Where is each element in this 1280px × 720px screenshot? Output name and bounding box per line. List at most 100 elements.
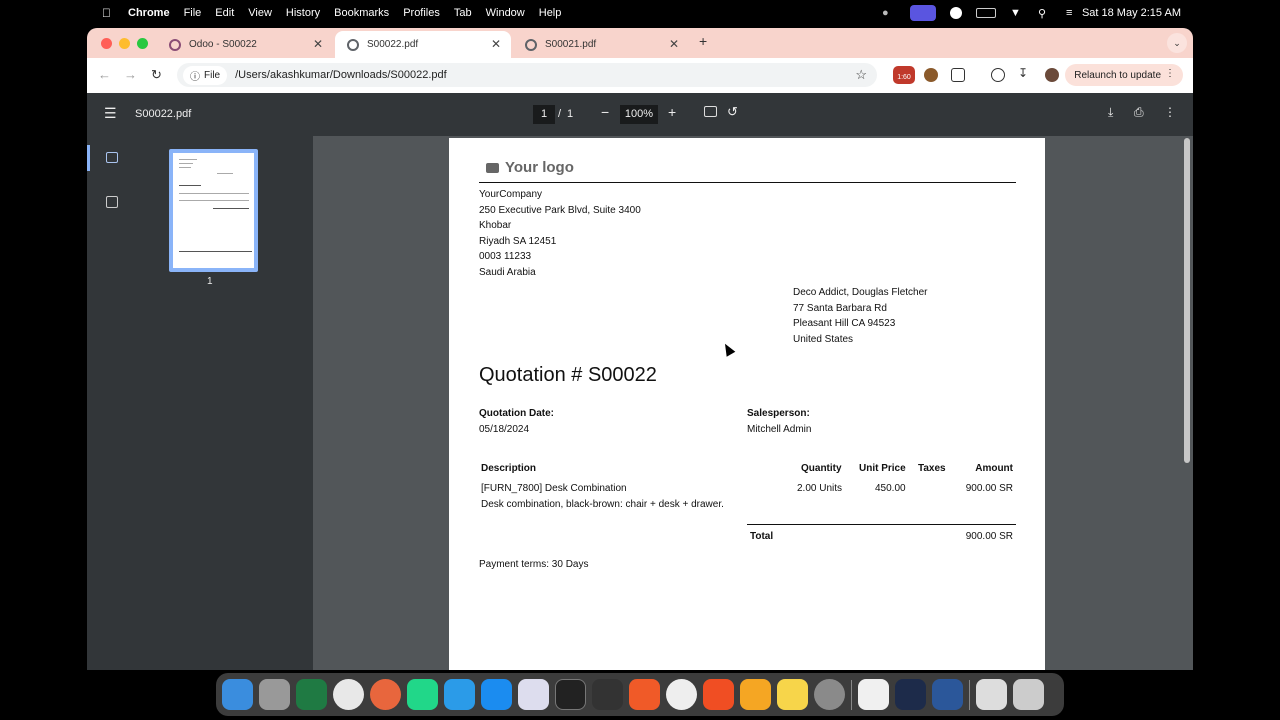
col-header-taxes: Taxes — [918, 463, 946, 474]
downloads-stack-icon[interactable] — [976, 679, 1007, 710]
menu-view[interactable]: View — [248, 7, 272, 19]
zoom-in-icon[interactable]: + — [668, 104, 676, 120]
thumbnails-icon[interactable] — [106, 152, 118, 163]
notes-icon[interactable] — [777, 679, 808, 710]
thumb-line — [217, 173, 233, 174]
status-icons: ● ▼ ⚲ ≡ — [882, 0, 1080, 26]
viewer-scrollbar[interactable] — [1184, 138, 1190, 463]
profile-avatar-icon[interactable] — [1045, 68, 1059, 82]
tab-title: Odoo - S00022 — [189, 39, 257, 50]
voice-memos-icon[interactable] — [592, 679, 623, 710]
word-icon[interactable] — [932, 679, 963, 710]
url-text[interactable]: /Users/akashkumar/Downloads/S00022.pdf — [235, 69, 447, 81]
skype-icon[interactable] — [444, 679, 475, 710]
close-tab-icon[interactable]: ✕ — [313, 37, 323, 51]
site-info-chip[interactable]: ⓘ File — [183, 65, 228, 85]
rotate-icon[interactable]: ↺ — [727, 104, 738, 120]
fit-to-page-icon[interactable] — [704, 106, 717, 117]
relaunch-to-update-button[interactable]: Relaunch to update ⋮ — [1065, 64, 1183, 86]
tab-odoo[interactable]: Odoo - S00022 ✕ — [157, 31, 333, 58]
hamburger-menu-icon[interactable]: ☰ — [104, 105, 117, 122]
wifi-icon[interactable]: ▼ — [1010, 7, 1024, 19]
excel-icon[interactable] — [296, 679, 327, 710]
quotation-title: Quotation # S00022 — [479, 364, 657, 386]
chatgpt-icon[interactable] — [895, 679, 926, 710]
thumb-line — [213, 208, 249, 209]
firefox-icon[interactable] — [370, 679, 401, 710]
screen-record-icon[interactable] — [910, 5, 936, 21]
vpn-icon[interactable] — [666, 679, 697, 710]
pencil-app-icon[interactable] — [629, 679, 660, 710]
new-tab-button[interactable]: + — [699, 33, 707, 49]
chrome-icon[interactable] — [333, 679, 364, 710]
company-address: YourCompany 250 Executive Park Blvd, Sui… — [479, 187, 641, 280]
zoom-level-input[interactable]: 100% — [620, 105, 658, 124]
customer-line: United States — [793, 333, 854, 345]
system-settings-icon[interactable] — [814, 679, 845, 710]
close-tab-icon[interactable]: ✕ — [669, 37, 679, 51]
textedit-icon[interactable] — [858, 679, 889, 710]
trash-icon[interactable] — [1013, 679, 1044, 710]
line-amount: 900.00 SR — [965, 483, 1013, 494]
more-menu-icon[interactable]: ⋮ — [1165, 68, 1175, 79]
app-store-icon[interactable] — [481, 679, 512, 710]
menu-history[interactable]: History — [286, 7, 320, 19]
pdf-toolbar: ☰ S00022.pdf 1 / 1 − 100% + ↺ ⤓ ⎙ ⋮ — [87, 93, 1193, 136]
forward-button[interactable]: → — [124, 67, 137, 82]
finder-icon[interactable] — [222, 679, 253, 710]
tab-strip: Odoo - S00022 ✕ S00022.pdf ✕ S00021.pdf … — [87, 28, 1193, 58]
payment-terms: Payment terms: 30 Days — [479, 559, 589, 570]
extensions-puzzle-icon[interactable] — [951, 68, 965, 82]
search-icon[interactable]: ⚲ — [1038, 7, 1052, 20]
reload-button[interactable]: ↻ — [151, 67, 162, 83]
close-window-button[interactable] — [101, 38, 112, 49]
menu-bookmarks[interactable]: Bookmarks — [334, 7, 389, 19]
launchpad-icon[interactable] — [259, 679, 290, 710]
zoom-out-icon[interactable]: − — [601, 104, 609, 120]
download-icon[interactable]: ⤓ — [1108, 105, 1113, 120]
menu-edit[interactable]: Edit — [215, 7, 234, 19]
menubar-clock[interactable]: Sat 18 May 2:15 AM — [1082, 7, 1181, 19]
quotation-date-value: 05/18/2024 — [479, 424, 530, 435]
extension-timer-icon[interactable]: 1:60 — [893, 66, 915, 84]
performance-icon[interactable] — [991, 68, 1005, 82]
downloads-icon[interactable]: ↧ — [1018, 66, 1032, 80]
menu-window[interactable]: Window — [486, 7, 525, 19]
microphone-icon[interactable]: ● — [882, 7, 896, 19]
address-bar[interactable]: ⓘ File /Users/akashkumar/Downloads/S0002… — [177, 63, 877, 87]
print-icon[interactable]: ⎙ — [1134, 105, 1144, 120]
extension-avatar-icon[interactable] — [924, 68, 938, 82]
document-outline-icon[interactable] — [106, 196, 118, 208]
page-number-input[interactable]: 1 — [533, 105, 555, 124]
menu-app-chrome[interactable]: Chrome — [128, 7, 170, 19]
terminal-icon[interactable] — [555, 679, 586, 710]
sublime-icon[interactable] — [740, 679, 771, 710]
total-divider — [747, 524, 1016, 525]
close-tab-icon[interactable]: ✕ — [491, 37, 501, 51]
check-icon[interactable] — [950, 7, 962, 19]
menu-profiles[interactable]: Profiles — [403, 7, 440, 19]
zoom-window-button[interactable] — [137, 38, 148, 49]
customer-line: 77 Santa Barbara Rd — [793, 302, 887, 314]
battery-icon[interactable] — [976, 8, 996, 18]
dock-separator — [851, 679, 852, 710]
tab-search-button[interactable]: ⌄ — [1167, 33, 1187, 53]
apple-icon[interactable]:  — [102, 6, 114, 20]
thumb-line — [179, 159, 197, 160]
brave-icon[interactable] — [703, 679, 734, 710]
tab-s00022-pdf[interactable]: S00022.pdf ✕ — [335, 31, 511, 58]
tab-s00021-pdf[interactable]: S00021.pdf ✕ — [513, 31, 689, 58]
control-center-icon[interactable]: ≡ — [1066, 7, 1080, 19]
menu-file[interactable]: File — [184, 7, 202, 19]
back-button[interactable]: ← — [98, 67, 111, 82]
menu-tab[interactable]: Tab — [454, 7, 472, 19]
minimize-window-button[interactable] — [119, 38, 130, 49]
page-thumbnail[interactable] — [169, 149, 258, 272]
pycharm-icon[interactable] — [407, 679, 438, 710]
more-options-icon[interactable]: ⋮ — [1164, 105, 1176, 119]
menu-help[interactable]: Help — [539, 7, 562, 19]
postgresql-icon[interactable] — [518, 679, 549, 710]
page-separator: / — [558, 108, 562, 120]
bookmark-star-icon[interactable]: ☆ — [855, 67, 867, 83]
col-header-amount: Amount — [975, 463, 1013, 474]
